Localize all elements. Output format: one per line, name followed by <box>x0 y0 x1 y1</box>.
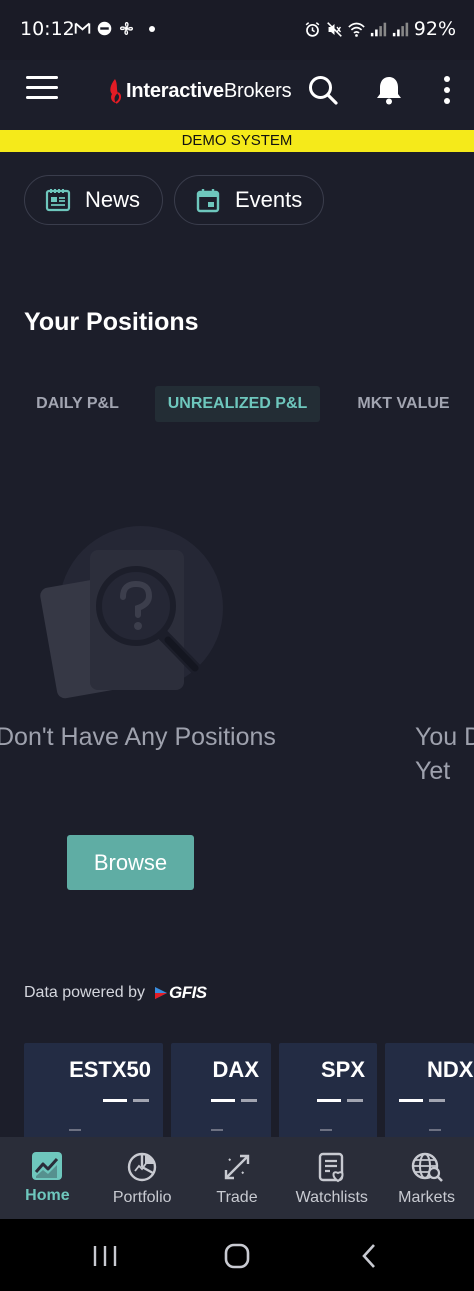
browse-button[interactable]: Browse <box>67 835 194 890</box>
nav-watchlists-label: Watchlists <box>295 1189 368 1206</box>
news-chip[interactable]: News <box>24 175 163 225</box>
ticker-tile[interactable]: ESTX50 <box>24 1043 163 1143</box>
data-powered-by: Data powered by GFIS <box>24 983 207 1003</box>
empty-positions-text-next: You D <box>415 723 474 751</box>
app-header: InteractiveBrokers <box>0 60 474 130</box>
ticker-value-placeholder <box>399 1099 445 1102</box>
tab-unrealized-pnl[interactable]: UNREALIZED P&L <box>155 386 320 422</box>
logo-text: InteractiveBrokers <box>126 79 292 103</box>
events-chip-label: Events <box>235 187 303 212</box>
tab-mkt-value[interactable]: MKT VALUE <box>345 386 462 422</box>
ticker-value-placeholder <box>317 1099 363 1102</box>
news-icon <box>45 189 71 212</box>
nav-markets-label: Markets <box>398 1189 456 1206</box>
ticker-name: NDX <box>427 1057 474 1082</box>
search-icon <box>309 76 338 105</box>
nav-home[interactable]: Home <box>0 1137 95 1219</box>
empty-positions-text: Don't Have Any Positions <box>0 723 276 751</box>
pie-chart-icon <box>127 1152 157 1182</box>
gmail-icon <box>74 22 91 34</box>
battery-level: 92% <box>413 18 456 40</box>
notifications-button[interactable] <box>371 72 407 108</box>
nav-home-label: Home <box>25 1187 70 1204</box>
demo-system-banner: DEMO SYSTEM <box>0 130 474 152</box>
more-button[interactable] <box>429 72 465 108</box>
system-icons: 92% <box>304 18 456 40</box>
mute-icon <box>326 21 342 37</box>
ticker-tile[interactable]: SPX <box>279 1043 377 1143</box>
wifi-icon <box>348 22 365 37</box>
events-chip[interactable]: Events <box>174 175 324 225</box>
search-button[interactable] <box>305 72 341 108</box>
gfis-logo: GFIS <box>153 983 207 1003</box>
recent-apps-icon[interactable] <box>92 1245 118 1267</box>
alarm-icon <box>305 21 320 37</box>
ib-logo: InteractiveBrokers <box>106 78 292 104</box>
ticker-change-placeholder <box>69 1129 81 1131</box>
home-chart-icon <box>32 1152 63 1180</box>
empty-positions-illustration <box>40 526 223 699</box>
nav-trade[interactable]: Trade <box>190 1137 285 1219</box>
ticker-tile[interactable]: DAX <box>171 1043 271 1143</box>
ticker-name: ESTX50 <box>69 1057 151 1082</box>
ticker-name: SPX <box>320 1057 365 1082</box>
globe-search-icon <box>411 1152 443 1182</box>
ticker-change-placeholder <box>211 1129 223 1131</box>
bell-icon <box>377 77 401 105</box>
nav-portfolio[interactable]: Portfolio <box>95 1137 190 1219</box>
status-bar: 10:12 92% <box>0 0 474 60</box>
status-time: 10:12 <box>20 18 75 40</box>
empty-positions-text-next-2: Yet <box>415 757 451 785</box>
trade-arrows-icon <box>224 1154 250 1180</box>
logo-light: Brokers <box>223 79 292 102</box>
back-icon[interactable] <box>360 1243 378 1269</box>
ticker-change-placeholder <box>429 1129 441 1131</box>
nav-trade-label: Trade <box>216 1189 258 1206</box>
ticker-tile[interactable]: NDX <box>385 1043 474 1143</box>
dot-icon <box>149 25 155 32</box>
dnd-icon <box>97 21 112 36</box>
ticker-change-placeholder <box>320 1129 332 1131</box>
signal-2-icon <box>392 22 408 36</box>
news-chip-label: News <box>85 187 141 212</box>
ticker-value-placeholder <box>103 1099 149 1102</box>
logo-flame-icon <box>110 79 122 104</box>
gfis-mark-icon <box>154 987 167 999</box>
logo-bold: Interactive <box>126 79 224 102</box>
nav-markets[interactable]: Markets <box>379 1137 474 1219</box>
ticker-name: DAX <box>212 1057 259 1082</box>
notification-icons <box>74 20 156 37</box>
signal-icon <box>370 22 386 36</box>
positions-title: Your Positions <box>24 308 199 336</box>
watchlist-icon <box>318 1152 344 1183</box>
home-icon[interactable] <box>224 1243 250 1269</box>
calendar-icon <box>196 189 220 213</box>
bottom-navigation: Home Portfolio Trade Watchlists Markets <box>0 1137 474 1219</box>
nav-portfolio-label: Portfolio <box>112 1189 172 1206</box>
ticker-value-placeholder <box>211 1099 257 1102</box>
tab-daily-pnl[interactable]: DAILY P&L <box>24 386 131 422</box>
nav-watchlists[interactable]: Watchlists <box>284 1137 379 1219</box>
more-vertical-icon <box>444 76 450 104</box>
powered-by-text: Data powered by <box>24 984 145 1001</box>
system-navigation-bar <box>0 1219 474 1291</box>
hamburger-icon[interactable] <box>26 76 58 102</box>
gfis-text: GFIS <box>168 983 207 1002</box>
fan-icon <box>119 21 134 36</box>
